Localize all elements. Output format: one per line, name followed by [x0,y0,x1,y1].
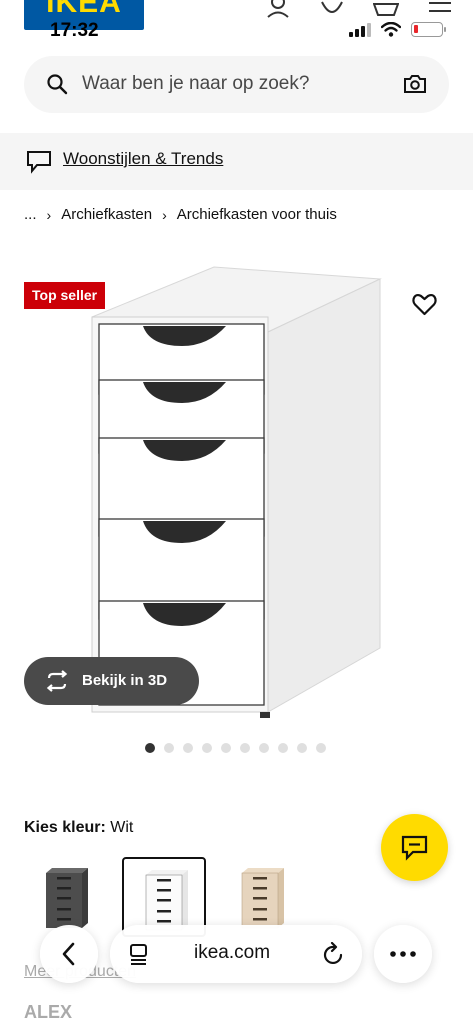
swatch-oak-image [241,868,284,929]
image-carousel-dots [145,743,326,753]
top-seller-badge: Top seller [24,282,106,309]
browser-url[interactable]: ikea.com [194,942,270,964]
breadcrumb-archiefkasten-voor-thuis[interactable]: Archiefkasten voor thuis [177,206,337,223]
carousel-dot[interactable] [316,743,326,753]
chevron-right-icon: › [46,206,52,223]
signal-icon [349,22,371,37]
breadcrumb-archiefkasten[interactable]: Archiefkasten [61,206,152,223]
search-icon [47,74,68,95]
cart-icon[interactable] [373,0,399,18]
heart-icon[interactable] [319,0,345,18]
reload-icon[interactable] [323,942,345,966]
carousel-dot[interactable] [202,743,212,753]
tabs-icon[interactable] [128,943,150,965]
search-bar[interactable]: Waar ben je naar op zoek? [24,56,449,113]
chevron-right-icon: › [162,206,167,223]
chat-button[interactable] [381,814,448,881]
search-input[interactable]: Waar ben je naar op zoek? [82,73,309,95]
carousel-dot[interactable] [297,743,307,753]
product-name: ALEX [24,1002,73,1022]
more-dots-icon [390,951,416,957]
camera-icon[interactable] [403,73,427,95]
carousel-dot[interactable] [164,743,174,753]
swatch-white-image [145,870,188,931]
chevron-left-icon [62,942,75,966]
browser-back-button[interactable] [40,925,98,983]
banner-link[interactable]: Woonstijlen & Trends [63,149,223,169]
browser-address-bar[interactable]: ikea.com [110,925,362,983]
favorite-heart-icon[interactable] [412,293,437,316]
status-indicators [349,22,446,37]
status-bar: IKEA 17:32 [0,0,473,46]
carousel-dot[interactable] [259,743,269,753]
swatch-dark-grey-image [46,868,88,928]
wifi-icon [381,22,401,37]
selected-color: Wit [110,819,134,836]
browser-more-button[interactable] [374,925,432,983]
carousel-dot[interactable] [240,743,250,753]
color-label-title: Kies kleur: [24,819,106,836]
chat-bubble-icon [27,151,51,174]
user-icon[interactable] [265,0,291,18]
carousel-dot[interactable] [145,743,155,753]
carousel-dot[interactable] [221,743,231,753]
rotate-3d-icon [46,670,68,692]
view-3d-button[interactable]: Bekijk in 3D [24,657,199,705]
breadcrumb-ellipsis[interactable]: ... [24,206,37,223]
product-image[interactable] [0,255,473,725]
view-3d-label: Bekijk in 3D [82,672,168,689]
battery-icon [411,22,446,37]
breadcrumb: ... › Archiefkasten › Archiefkasten voor… [24,206,337,223]
chat-icon [401,835,428,861]
carousel-dot[interactable] [183,743,193,753]
status-time: 17:32 [50,20,99,41]
header-icons [265,0,453,18]
logo-text: IKEA [46,0,122,19]
carousel-dot[interactable] [278,743,288,753]
inspiration-banner[interactable]: Woonstijlen & Trends [0,133,473,190]
color-label: Kies kleur: Wit [24,819,133,837]
menu-icon[interactable] [427,0,453,18]
